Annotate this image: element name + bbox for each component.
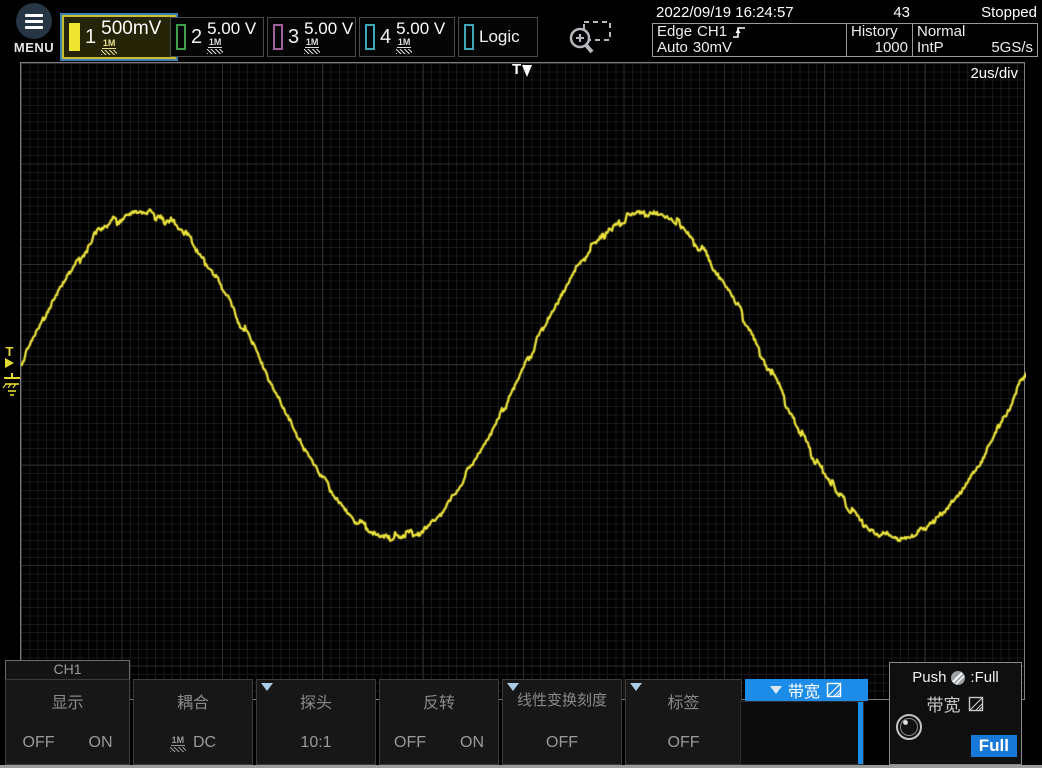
bandwidth-dropdown-panel[interactable] xyxy=(740,701,864,765)
zoom-search-button[interactable] xyxy=(560,12,618,63)
waveform-canvas xyxy=(21,63,1026,701)
invert-off-option[interactable]: OFF xyxy=(394,734,426,752)
timebase-readout: 2us/div xyxy=(970,65,1018,82)
probe-value: 10:1 xyxy=(300,734,331,752)
menu-item-invert[interactable]: 反转 OFF ON xyxy=(379,679,499,765)
knob-icon xyxy=(895,713,923,741)
dropdown-arrow-icon xyxy=(261,683,273,691)
trigger-type: Edge xyxy=(657,24,692,40)
impedance-1m-icon: 1M xyxy=(396,38,412,54)
menu-item-label-title: 标签 xyxy=(626,689,741,713)
impedance-1m-icon: 1M xyxy=(207,38,223,54)
dropdown-arrow-icon xyxy=(507,683,519,691)
channel-1-color-indicator xyxy=(69,23,80,51)
channel-2-box[interactable]: 2 5.00 V 1M xyxy=(170,17,264,57)
history-depth: 1000 xyxy=(875,40,908,56)
trigger-level: 30mV xyxy=(693,40,732,56)
waveform-display-area[interactable]: 2us/div T xyxy=(20,62,1025,700)
label-value: OFF xyxy=(668,734,700,752)
channel-4-scale: 5.00 V xyxy=(396,20,445,37)
push-hint-prefix: Push xyxy=(912,669,946,686)
menu-item-probe-title: 探头 xyxy=(257,689,375,713)
invert-on-option[interactable]: ON xyxy=(460,734,484,752)
push-hint-suffix: :Full xyxy=(970,669,998,686)
menu-item-probe[interactable]: 探头 10:1 xyxy=(256,679,376,765)
trigger-level-arrow-icon xyxy=(5,358,14,368)
channel-4-number: 4 xyxy=(380,26,391,49)
bandwidth-filter-icon xyxy=(826,682,843,698)
channel-2-color-indicator xyxy=(176,24,186,50)
menu-item-label[interactable]: 标签 OFF xyxy=(625,679,742,765)
trigger-position-arrow-icon xyxy=(522,65,532,77)
bandwidth-filter-icon xyxy=(968,696,985,712)
dropdown-scrollbar[interactable] xyxy=(858,702,863,764)
menu-item-coupling-title: 耦合 xyxy=(134,689,252,713)
display-on-option[interactable]: ON xyxy=(89,734,113,752)
history-count: 43 xyxy=(860,4,910,21)
menu-item-bandwidth[interactable]: 带宽 xyxy=(745,679,868,701)
acq-mode: Normal xyxy=(917,24,965,40)
menu-item-invert-title: 反转 xyxy=(380,689,498,713)
impedance-1m-icon: 1M xyxy=(101,39,117,55)
rotary-knob[interactable] xyxy=(895,713,923,746)
knob-panel-title: 带宽 xyxy=(927,691,961,716)
trigger-mode: Auto xyxy=(657,40,688,56)
display-off-option[interactable]: OFF xyxy=(23,734,55,752)
datetime: 2022/09/19 16:24:57 xyxy=(656,4,794,21)
channel-4-color-indicator xyxy=(365,24,375,50)
run-state: Stopped xyxy=(981,4,1037,21)
channel-3-scale: 5.00 V xyxy=(304,20,353,37)
channel-3-box[interactable]: 3 5.00 V 1M xyxy=(267,17,356,57)
channel-menu-tab[interactable]: CH1 xyxy=(5,660,130,679)
menu-item-display[interactable]: 显示 OFF ON xyxy=(5,679,130,765)
linear-scale-value: OFF xyxy=(546,734,578,752)
dropdown-arrow-icon xyxy=(770,686,782,694)
history-label: History xyxy=(851,24,898,40)
menu-item-coupling[interactable]: 耦合 1M DC xyxy=(133,679,253,765)
logic-channel-box[interactable]: Logic xyxy=(458,17,538,57)
menu-item-display-title: 显示 xyxy=(6,689,129,713)
channel-1-ground-marker[interactable] xyxy=(2,373,22,402)
menu-button-label: MENU xyxy=(8,40,60,55)
channel-1-scale: 500mV xyxy=(101,19,161,38)
trigger-status[interactable]: Edge CH1 Auto 30mV xyxy=(653,24,846,56)
channel-3-number: 3 xyxy=(288,26,299,49)
impedance-1m-icon: 1M xyxy=(170,736,186,752)
channel-2-number: 2 xyxy=(191,26,202,49)
channel-1-number: 1 xyxy=(85,26,96,49)
zoom-search-icon xyxy=(560,12,618,58)
hamburger-icon xyxy=(16,3,52,39)
rising-edge-icon xyxy=(732,25,746,40)
menu-item-linear-scale-title: 线性变换刻度 xyxy=(503,689,621,710)
channel-3-color-indicator xyxy=(273,24,283,50)
knob-push-icon xyxy=(950,670,966,686)
menu-button[interactable]: MENU xyxy=(8,3,60,55)
impedance-1m-icon: 1M xyxy=(304,38,320,54)
bandwidth-value[interactable]: Full xyxy=(971,735,1017,757)
history-status[interactable]: History 1000 xyxy=(846,24,912,56)
logic-label: Logic xyxy=(479,27,520,47)
channel-2-scale: 5.00 V xyxy=(207,20,256,37)
acq-mode-status[interactable]: Normal IntP 5GS/s xyxy=(912,24,1037,56)
trigger-position-marker[interactable]: T xyxy=(512,63,532,77)
oscilloscope-screen: MENU 1 500mV 1M 2 5.00 V 1M 3 5.00 V 1M xyxy=(0,0,1042,768)
dropdown-arrow-icon xyxy=(630,683,642,691)
coupling-value: DC xyxy=(193,734,216,752)
trigger-level-marker[interactable]: T xyxy=(5,347,14,368)
menu-item-linear-scale[interactable]: 线性变换刻度 OFF xyxy=(502,679,622,765)
interpolation-mode: IntP xyxy=(917,40,944,56)
channel-4-box[interactable]: 4 5.00 V 1M xyxy=(359,17,455,57)
trigger-source: CH1 xyxy=(697,24,727,40)
bandwidth-knob-panel: Push :Full 带宽 Full xyxy=(889,662,1022,765)
menu-item-bandwidth-title: 带宽 xyxy=(788,678,820,702)
acquisition-status-box: Edge CH1 Auto 30mV History 1000 Normal I… xyxy=(652,23,1038,57)
channel-1-box[interactable]: 1 500mV 1M xyxy=(62,15,176,59)
sample-rate: 5GS/s xyxy=(991,40,1033,56)
ground-icon xyxy=(2,373,22,397)
logic-color-indicator xyxy=(464,24,474,50)
